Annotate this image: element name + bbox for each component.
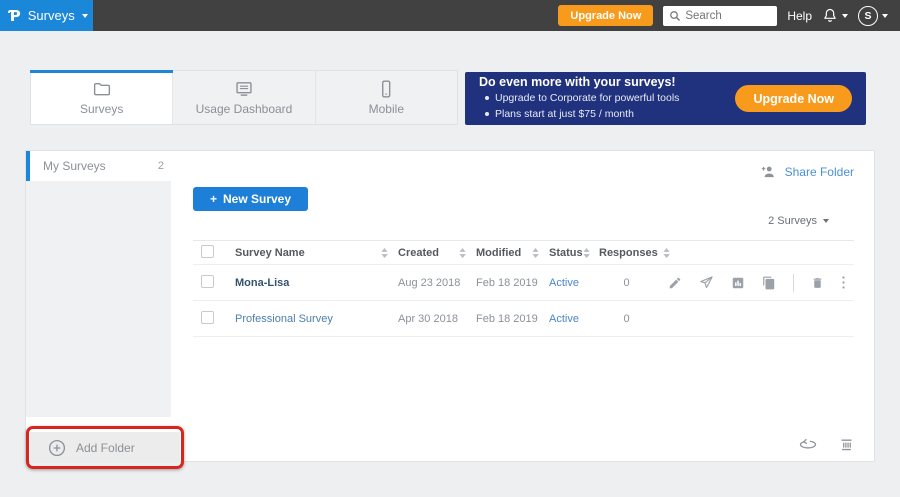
sort-icon[interactable] [459, 248, 466, 258]
screen: Ƥ Surveys Upgrade Now Help S Surveys [0, 0, 900, 497]
search-input[interactable] [685, 10, 770, 22]
column-label: Created [398, 247, 439, 259]
row-checkbox[interactable] [201, 311, 214, 324]
promo-title: Do even more with your surveys! [479, 75, 679, 89]
tab-mobile[interactable]: Mobile [316, 71, 457, 124]
search-icon [669, 10, 681, 22]
table-header-row: Survey Name Created Modified Status [193, 240, 854, 265]
top-navigation-bar: Ƥ Surveys Upgrade Now Help S [0, 0, 900, 31]
select-all-checkbox[interactable] [201, 245, 214, 258]
edit-pencil-icon[interactable] [668, 276, 682, 290]
folder-icon [92, 80, 112, 98]
row-checkbox[interactable] [201, 275, 214, 288]
share-folder-button[interactable]: Share Folder [760, 164, 854, 179]
product-menu[interactable]: Ƥ Surveys [0, 0, 93, 31]
promo-bullet: Upgrade to Corporate for powerful tools [479, 91, 679, 106]
banner-upgrade-button[interactable]: Upgrade Now [735, 85, 852, 112]
search-box[interactable] [663, 6, 777, 26]
more-options-icon[interactable] [841, 275, 846, 290]
column-label: Status [549, 247, 583, 259]
upgrade-now-button[interactable]: Upgrade Now [558, 5, 653, 26]
column-label: Responses [599, 247, 658, 259]
avatar: S [858, 6, 878, 26]
tab-label: Surveys [80, 102, 123, 116]
row-actions [659, 274, 854, 292]
column-label: Modified [476, 247, 521, 259]
tab-usage-dashboard[interactable]: Usage Dashboard [173, 71, 315, 124]
delete-trash-icon[interactable] [811, 276, 824, 290]
bell-icon [822, 7, 838, 24]
responses-count: 0 [599, 313, 654, 325]
table-row: Mona-Lisa Aug 23 2018 Feb 18 2019 Active… [193, 265, 854, 301]
sort-icon[interactable] [663, 248, 670, 258]
folder-count: 2 [158, 160, 164, 172]
status-badge[interactable]: Active [549, 277, 599, 289]
help-link[interactable]: Help [787, 9, 812, 23]
sort-icon[interactable] [583, 248, 590, 258]
chevron-down-icon [882, 14, 888, 18]
modified-date: Feb 18 2019 [476, 277, 549, 289]
add-folder-label: Add Folder [76, 441, 135, 455]
actions-divider [793, 274, 794, 292]
chevron-down-icon [82, 14, 88, 18]
surveys-content: Share Folder + New Survey 2 Surveys Surv… [176, 151, 874, 461]
dashboard-icon [234, 80, 254, 98]
column-header-survey-name[interactable]: Survey Name [235, 247, 398, 259]
new-survey-label: New Survey [223, 192, 291, 206]
column-header-modified[interactable]: Modified [476, 247, 549, 259]
folder-list-area [26, 181, 171, 417]
chevron-down-icon [823, 219, 829, 223]
add-folder-button[interactable]: Add Folder [30, 432, 180, 463]
promo-bullets: Upgrade to Corporate for powerful tools … [479, 91, 679, 121]
folder-label: My Surveys [43, 159, 106, 173]
restore-loop-icon[interactable] [799, 438, 817, 452]
product-menu-label: Surveys [28, 8, 75, 23]
recycle-bin-icon[interactable] [839, 437, 854, 452]
tab-label: Usage Dashboard [196, 102, 293, 116]
column-header-status[interactable]: Status [549, 247, 599, 259]
panel-footer-actions [799, 437, 854, 452]
app-logo-icon: Ƥ [9, 7, 21, 25]
promo-banner: Do even more with your surveys! Upgrade … [465, 72, 866, 125]
modified-date: Feb 18 2019 [476, 313, 549, 325]
plus-icon: + [210, 192, 217, 206]
share-folder-label: Share Folder [785, 165, 854, 179]
status-badge[interactable]: Active [549, 313, 599, 325]
topbar-right: Upgrade Now Help S [558, 5, 900, 26]
sort-icon[interactable] [532, 248, 539, 258]
surveys-table: Survey Name Created Modified Status [193, 240, 854, 337]
column-header-created[interactable]: Created [398, 247, 476, 259]
send-paper-plane-icon[interactable] [699, 275, 714, 290]
new-survey-button[interactable]: + New Survey [193, 187, 308, 211]
plus-circle-icon [48, 439, 66, 457]
promo-bullet: Plans start at just $75 / month [479, 107, 679, 122]
responses-count: 0 [599, 277, 654, 289]
account-menu[interactable]: S [858, 6, 888, 26]
surveys-count-dropdown[interactable]: 2 Surveys [768, 215, 829, 227]
surveys-panel: My Surveys 2 Add Folder Share Folder + N… [25, 150, 875, 462]
survey-name-link[interactable]: Professional Survey [235, 313, 398, 325]
column-label: Survey Name [235, 247, 305, 259]
created-date: Aug 23 2018 [398, 277, 476, 289]
sidebar-item-my-surveys[interactable]: My Surveys 2 [26, 151, 176, 181]
report-chart-icon[interactable] [731, 276, 745, 290]
copy-icon[interactable] [762, 276, 776, 290]
survey-name-link[interactable]: Mona-Lisa [235, 277, 398, 289]
mobile-icon [376, 80, 396, 98]
folders-sidebar: My Surveys 2 Add Folder [26, 151, 176, 461]
module-tabs: Surveys Usage Dashboard Mobile [30, 70, 458, 125]
column-header-responses[interactable]: Responses [599, 247, 659, 259]
promo-text: Do even more with your surveys! Upgrade … [479, 75, 679, 121]
notifications-button[interactable] [822, 7, 848, 24]
chevron-down-icon [842, 14, 848, 18]
table-row: Professional Survey Apr 30 2018 Feb 18 2… [193, 301, 854, 337]
tab-surveys[interactable]: Surveys [31, 71, 173, 124]
sort-icon[interactable] [381, 248, 388, 258]
surveys-count-label: 2 Surveys [768, 215, 817, 227]
created-date: Apr 30 2018 [398, 313, 476, 325]
tab-label: Mobile [369, 102, 404, 116]
person-plus-icon [760, 164, 777, 179]
